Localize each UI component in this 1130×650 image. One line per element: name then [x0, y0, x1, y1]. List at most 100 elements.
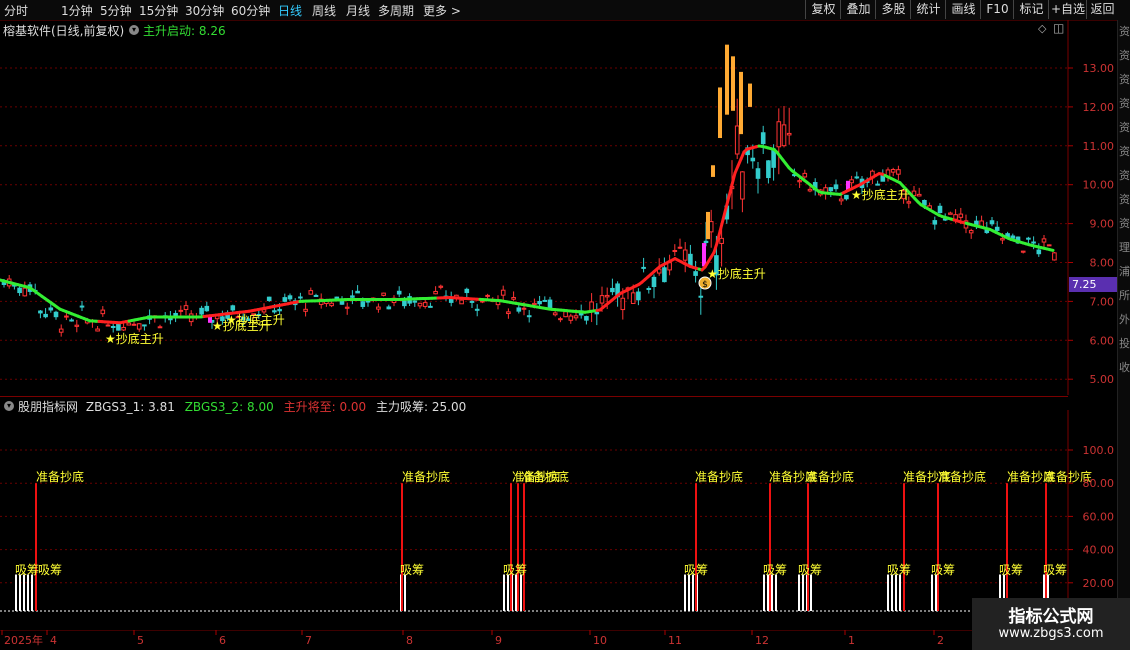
date-tick-label: 9	[495, 634, 502, 647]
absorb-bar	[520, 574, 522, 611]
tab-more[interactable]: 更多 >	[423, 2, 461, 19]
tab-multi-period[interactable]: 多周期	[378, 2, 414, 19]
tab-weekly[interactable]: 周线	[312, 2, 336, 19]
candle-body	[381, 292, 386, 296]
absorb-bar	[507, 574, 509, 611]
absorb-bar	[688, 574, 690, 611]
watermark: 指标公式网 www.zbgs3.com	[972, 598, 1130, 650]
absorb-bar	[767, 574, 769, 611]
ready-signal-label: 准备抄底	[695, 469, 743, 484]
candle-body	[849, 179, 854, 184]
candle-body	[937, 205, 943, 214]
candle-body	[402, 300, 407, 307]
candle-body	[376, 306, 381, 310]
candle-body	[422, 302, 428, 307]
tab-60min[interactable]: 60分钟	[231, 2, 270, 19]
candle-body	[1052, 252, 1057, 261]
stats-button[interactable]: 统计	[910, 0, 946, 19]
price-chart[interactable]: ★抄底主升★抄底主升★抄底主升★抄底主升★抄底主升$ 13.0012.0011.…	[0, 20, 1117, 395]
date-tick-label: 10	[593, 634, 607, 647]
spike-candle	[725, 44, 729, 115]
sidebar-char[interactable]: 资	[1118, 44, 1130, 68]
absorb-bar	[771, 574, 773, 611]
candle-body	[703, 240, 709, 244]
absorb-signal-label: 吸筹	[798, 563, 822, 577]
candle-body	[688, 253, 693, 267]
f10-button[interactable]: F10	[980, 0, 1014, 19]
mark-button[interactable]: 标记	[1013, 0, 1049, 19]
absorb-bar	[19, 574, 21, 611]
candle-body	[48, 307, 54, 311]
current-price-badge: 7.25	[1069, 277, 1120, 292]
tab-fenshi[interactable]: 分时	[4, 2, 28, 19]
candle-body	[277, 308, 282, 312]
candle-body	[651, 276, 657, 287]
sidebar-char[interactable]: 资	[1118, 68, 1130, 92]
date-axis: 2025年 4 5 6 7 8 9 10 11 12 1 2	[0, 630, 1068, 647]
candle-body	[121, 326, 126, 331]
candle-body	[1020, 250, 1026, 253]
sidebar-char[interactable]: 资	[1118, 164, 1130, 188]
price-tick-label: 11.00	[1083, 140, 1115, 153]
candle-body	[646, 287, 652, 290]
date-tick-label: 1	[848, 634, 855, 647]
sidebar-char[interactable]: 投	[1118, 332, 1130, 356]
sidebar-char[interactable]: 资	[1118, 20, 1130, 44]
absorb-bar	[931, 574, 933, 611]
candle-body	[173, 313, 178, 316]
indicator-tick-label: 60.00	[1083, 510, 1115, 523]
fuquan-button[interactable]: 复权	[805, 0, 841, 19]
overlay-button[interactable]: 叠加	[840, 0, 876, 19]
sidebar-char[interactable]: 收	[1118, 356, 1130, 380]
candle-body	[396, 290, 402, 295]
tab-15min[interactable]: 15分钟	[139, 2, 178, 19]
candle-body	[142, 324, 147, 327]
tab-monthly[interactable]: 月线	[346, 2, 370, 19]
candle-body	[740, 171, 745, 200]
sidebar-char[interactable]: 外	[1118, 308, 1130, 332]
tab-1min[interactable]: 1分钟	[61, 2, 93, 19]
coin-icon-glyph: $	[702, 280, 708, 290]
candle-body	[802, 172, 808, 178]
absorb-signal-label: 吸筹	[684, 563, 708, 577]
ready-signal-label: 准备抄底	[36, 469, 84, 484]
date-tick-label: 2025年	[4, 633, 43, 647]
candle-body	[516, 307, 522, 312]
sidebar-char[interactable]: 所	[1118, 284, 1130, 308]
candle-body	[38, 310, 43, 314]
add-watchlist-button[interactable]: +自选	[1048, 0, 1087, 19]
watermark-url: www.zbgs3.com	[998, 626, 1104, 641]
candle-body	[958, 213, 964, 218]
candle-body	[126, 322, 132, 326]
spike-candle	[706, 211, 710, 240]
candle-body	[1026, 237, 1031, 240]
candle-body	[542, 299, 548, 302]
candle-body	[464, 288, 470, 294]
absorb-bar	[23, 574, 25, 611]
candle-body	[584, 316, 589, 321]
sidebar-char[interactable]: 理	[1118, 236, 1130, 260]
tab-30min[interactable]: 30分钟	[185, 2, 224, 19]
back-button[interactable]: 返回	[1086, 0, 1118, 19]
sidebar-char[interactable]: 资	[1118, 212, 1130, 236]
spike-candle	[718, 87, 722, 139]
absorb-bar	[692, 574, 694, 611]
indicator-tick-label: 80.00	[1083, 477, 1115, 490]
sidebar-char[interactable]: 资	[1118, 188, 1130, 212]
tab-daily[interactable]: 日线	[278, 2, 302, 19]
candle-body	[807, 188, 813, 192]
candle-body	[428, 305, 433, 308]
absorb-signal-label: 吸筹	[763, 563, 787, 577]
candle-body	[1041, 238, 1047, 243]
candle-body	[610, 287, 615, 293]
candle-body	[1031, 241, 1036, 244]
candle-body	[298, 296, 303, 299]
sidebar-char[interactable]: 资	[1118, 92, 1130, 116]
tab-5min[interactable]: 5分钟	[100, 2, 132, 19]
indicator-chart[interactable]: 准备抄底 准备抄底 准备抄底准备抄底 准备抄底 准备抄底准备抄底 准备抄底准备抄底 准备抄底…	[0, 410, 1117, 630]
sidebar-char[interactable]: 浦	[1118, 260, 1130, 284]
multi-stock-button[interactable]: 多股	[875, 0, 911, 19]
sidebar-char[interactable]: 资	[1118, 140, 1130, 164]
draw-line-button[interactable]: 画线	[945, 0, 981, 19]
sidebar-char[interactable]: 资	[1118, 116, 1130, 140]
